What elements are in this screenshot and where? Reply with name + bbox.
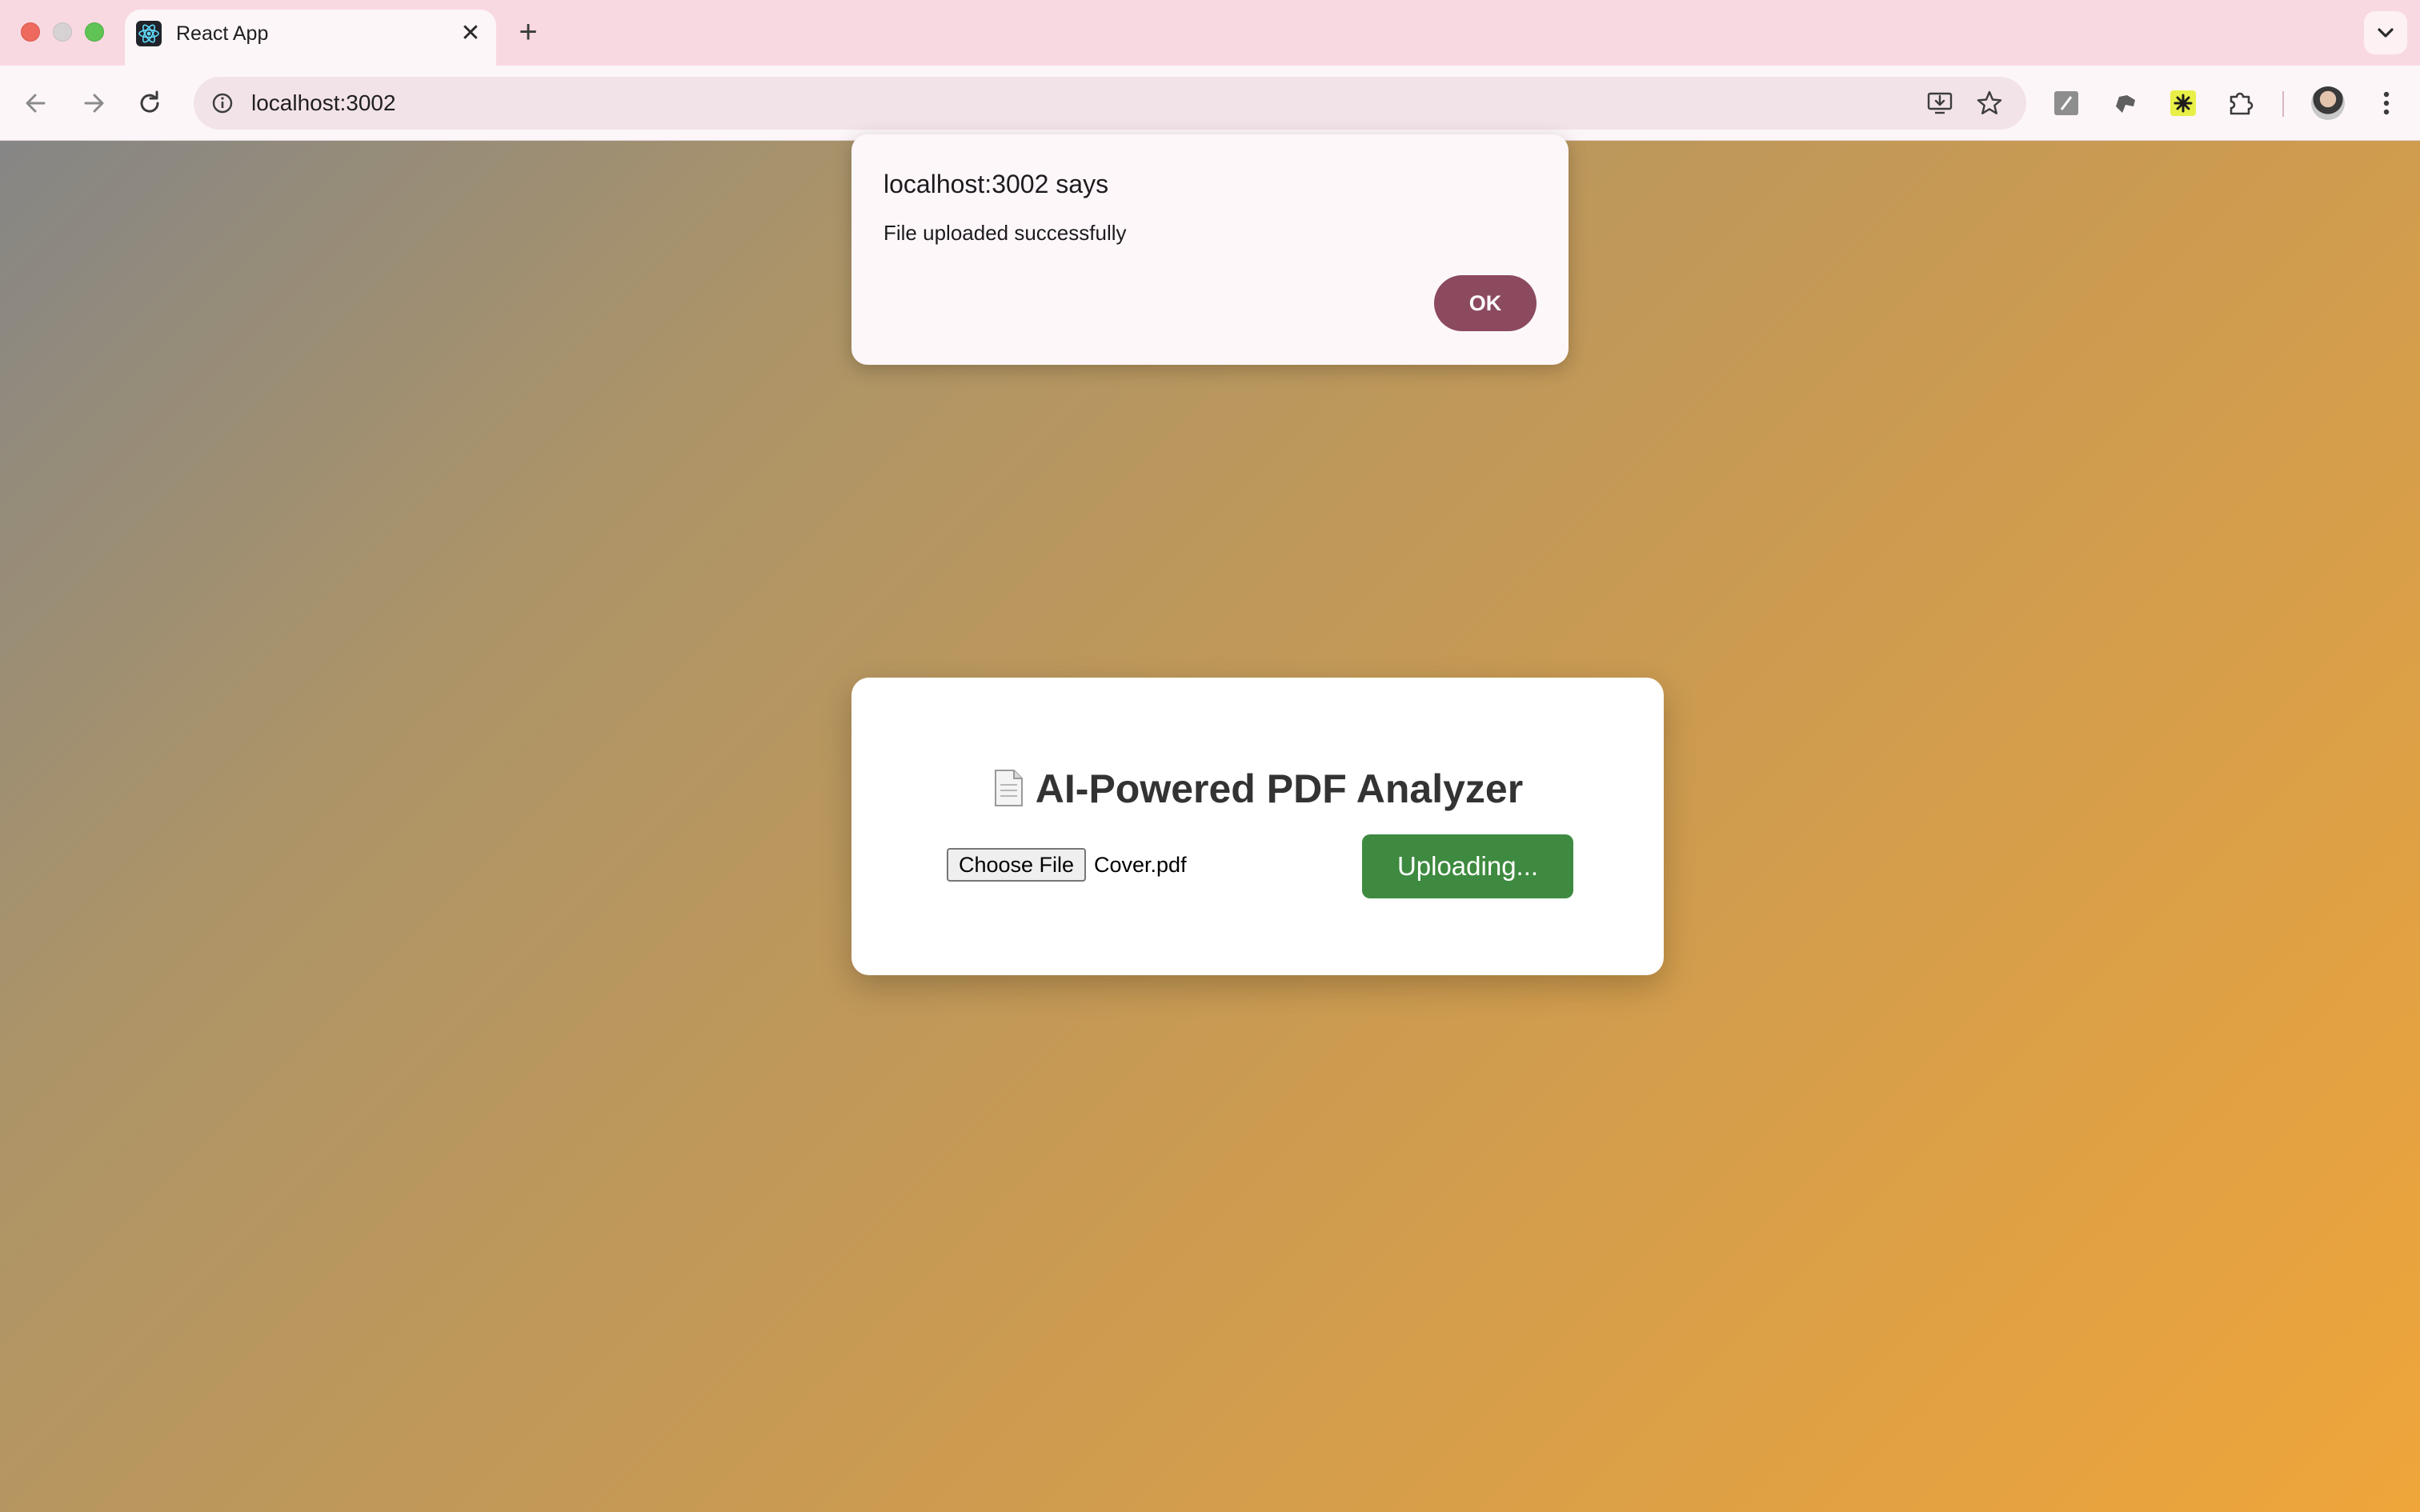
puzzle-icon[interactable]: [2225, 87, 2257, 119]
back-arrow-icon: [26, 94, 46, 113]
new-tab-button[interactable]: +: [511, 14, 546, 50]
install-app-icon[interactable]: [1925, 89, 1954, 118]
ok-button[interactable]: OK: [1434, 275, 1537, 331]
upload-card: AI-Powered PDF Analyzer Choose File Cove…: [851, 678, 1664, 975]
extension-icon[interactable]: [2167, 87, 2199, 119]
toolbar-divider: [2282, 91, 2284, 117]
extension-icon[interactable]: [2109, 87, 2142, 119]
dialog-message: File uploaded successfully: [883, 221, 1127, 245]
extension-icon[interactable]: [2050, 87, 2082, 119]
window-minimize-button[interactable]: [53, 22, 72, 42]
forward-arrow-icon: [84, 94, 104, 113]
browser-tab[interactable]: React App ✕: [125, 10, 496, 67]
selected-file-name: Cover.pdf: [1094, 853, 1187, 877]
site-info-icon[interactable]: [210, 90, 235, 116]
page-title: AI-Powered PDF Analyzer: [851, 766, 1664, 812]
tab-search-button[interactable]: [2364, 11, 2407, 54]
address-bar[interactable]: localhost:3002: [194, 77, 2026, 130]
dialog-title: localhost:3002 says: [883, 170, 1109, 198]
react-logo-icon: [136, 21, 162, 46]
window-close-button[interactable]: [21, 22, 40, 42]
url-text[interactable]: localhost:3002: [251, 90, 396, 116]
upload-button[interactable]: Uploading...: [1362, 834, 1573, 898]
browser-toolbar: localhost:3002: [0, 66, 2420, 141]
forward-button[interactable]: [74, 83, 114, 123]
reload-icon: [140, 90, 159, 113]
back-button[interactable]: [16, 83, 56, 123]
page-document-icon: [992, 769, 1024, 807]
app-title-text: AI-Powered PDF Analyzer: [1035, 766, 1524, 811]
chevron-down-icon: [2378, 28, 2394, 38]
profile-avatar[interactable]: [2311, 86, 2345, 120]
browser-titlebar: React App ✕ +: [0, 0, 2420, 67]
tab-close-icon[interactable]: ✕: [456, 19, 485, 48]
window-maximize-button[interactable]: [85, 22, 104, 42]
kebab-menu-icon[interactable]: [2369, 85, 2404, 122]
alert-dialog: localhost:3002 says File uploaded succes…: [851, 134, 1569, 365]
tab-title: React App: [176, 22, 269, 45]
reload-button[interactable]: [130, 83, 170, 123]
choose-file-button[interactable]: Choose File: [947, 848, 1086, 882]
bookmark-star-icon[interactable]: [1975, 89, 2004, 118]
